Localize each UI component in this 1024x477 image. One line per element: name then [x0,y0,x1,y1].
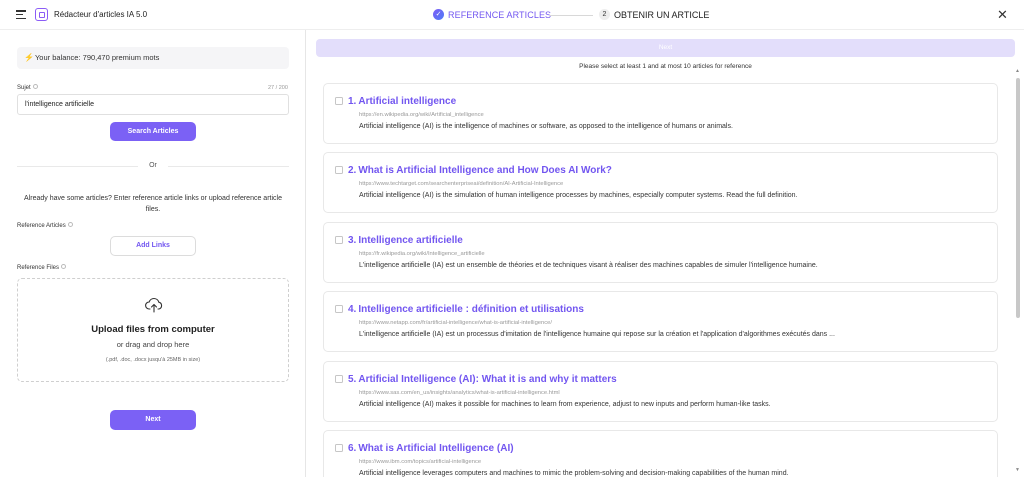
article-checkbox[interactable] [335,166,343,174]
article-checkbox[interactable] [335,97,343,105]
app-title: Rédacteur d'articles IA 5.0 [54,10,148,19]
article-description: Artificial intelligence (AI) is the simu… [359,192,798,199]
subject-label: Sujet [17,85,31,91]
reference-articles-label-row: Reference Articles [17,222,73,229]
or-text: Or [138,162,168,169]
upload-title: Upload files from computer [91,324,215,335]
article-checkbox[interactable] [335,444,343,452]
article-checkbox[interactable] [335,375,343,383]
article-card[interactable]: 2. What is Artificial Intelligence and Ho… [323,152,998,213]
close-icon[interactable]: ✕ [997,8,1008,21]
already-have-articles-text: Already have some articles? Enter refere… [24,195,282,213]
reference-articles-label: Reference Articles [17,223,66,229]
article-url[interactable]: https://www.netapp.com/fr/artificial-int… [359,320,552,326]
article-card[interactable]: 5. Artificial Intelligence (AI): What it … [323,361,998,422]
add-links-button[interactable]: Add Links [110,236,196,256]
article-card[interactable]: 3. Intelligence artificielle https://fr.w… [323,222,998,283]
app-logo-icon [35,8,48,21]
left-panel: ⚡Your balance: 790,470 premium mots Suje… [0,30,306,477]
file-dropzone[interactable]: Upload files from computer or drag and d… [17,278,289,382]
article-url[interactable]: https://en.wikipedia.org/wiki/Artificial… [359,112,484,118]
step2-number: 2 [599,9,610,20]
article-title[interactable]: 4. Intelligence artificielle : définition… [348,304,584,315]
subject-input[interactable]: l'intelligence artificielle [17,94,289,115]
article-card[interactable]: 6. What is Artificial Intelligence (AI) h… [323,430,998,477]
scroll-down-arrow-icon[interactable]: ▼ [1015,467,1020,473]
article-description: Artificial intelligence leverages comput… [359,470,789,477]
article-title[interactable]: 1. Artificial intelligence [348,96,456,107]
step-obtenir-article: 2 OBTENIR UN ARTICLE [599,9,709,20]
search-articles-button[interactable]: Search Articles [110,122,196,141]
article-title[interactable]: 5. Artificial Intelligence (AI): What it … [348,374,617,385]
right-panel: Next Please select at least 1 and at mos… [306,30,1024,477]
article-description: L'intelligence artificielle (IA) est un … [359,262,818,269]
info-icon[interactable] [67,222,73,227]
balance-text: Your balance: 790,470 premium mots [34,53,160,62]
article-description: L'intelligence artificielle (IA) est un … [359,331,835,338]
article-card[interactable]: 4. Intelligence artificielle : définition… [323,291,998,352]
selection-hint: Please select at least 1 and at most 10 … [579,63,752,70]
step2-label: OBTENIR UN ARTICLE [614,9,710,20]
cloud-upload-icon [145,298,163,313]
article-url[interactable]: https://www.ibm.com/topics/artificial-in… [359,459,481,465]
reference-files-label-row: Reference Files [17,264,67,271]
article-checkbox[interactable] [335,305,343,313]
step-reference-articles: ✓ REFERENCE ARTICLES [433,9,551,20]
article-url[interactable]: https://www.sas.com/en_us/insights/analy… [359,390,560,396]
info-icon[interactable] [61,264,67,269]
article-title[interactable]: 3. Intelligence artificielle [348,235,463,246]
article-url[interactable]: https://www.techtarget.com/searchenterpr… [359,181,563,187]
scroll-up-arrow-icon[interactable]: ▲ [1015,68,1020,74]
next-button-disabled[interactable]: Next [316,39,1015,57]
article-checkbox[interactable] [335,236,343,244]
reference-files-label: Reference Files [17,265,60,271]
article-description: Artificial intelligence (AI) is the inte… [359,123,733,130]
next-button[interactable]: Next [110,410,196,430]
article-title[interactable]: 6. What is Artificial Intelligence (AI) [348,443,514,454]
info-icon[interactable] [32,84,38,89]
check-icon: ✓ [433,9,444,20]
upload-hint: (.pdf, .doc, .docx jusqu'à 25MB in size) [105,357,201,363]
hamburger-icon[interactable] [16,10,26,20]
top-bar: Rédacteur d'articles IA 5.0 ✓ REFERENCE … [0,0,1024,30]
upload-subtitle: or drag and drop here [116,340,190,349]
article-title[interactable]: 2. What is Artificial Intelligence and Ho… [348,165,612,176]
article-description: Artificial intelligence (AI) makes it po… [359,401,771,408]
lightning-icon: ⚡ [24,53,34,62]
step-connector [549,15,593,16]
subject-label-row: Sujet [17,84,38,91]
article-card[interactable]: 1. Artificial intelligence https://en.wik… [323,83,998,144]
step1-label: REFERENCE ARTICLES [448,9,552,20]
subject-counter: 27 / 200 [268,85,288,91]
scrollbar-thumb[interactable] [1016,78,1020,318]
balance-banner: ⚡Your balance: 790,470 premium mots [17,47,289,69]
article-url[interactable]: https://fr.wikipedia.org/wiki/Intelligen… [359,251,485,257]
